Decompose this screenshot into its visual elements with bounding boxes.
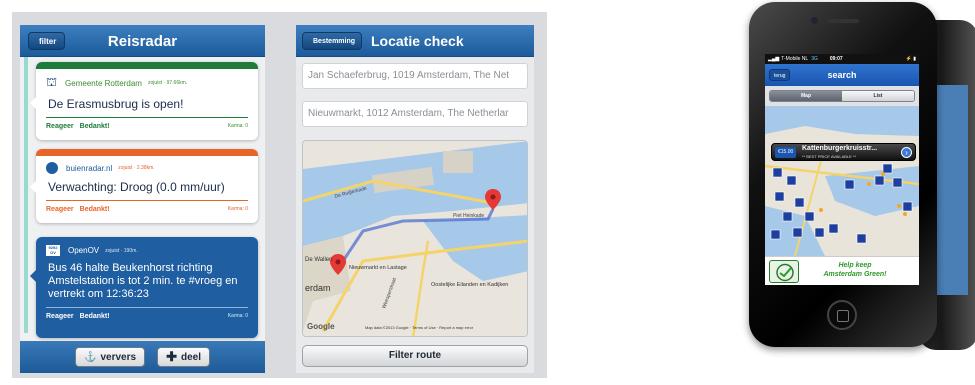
- google-logo: Google: [307, 322, 335, 331]
- search-navbar: terug search: [765, 64, 919, 86]
- refresh-label: ververs: [100, 351, 137, 363]
- source-meta: zojuist · 97.66km.: [147, 80, 188, 86]
- card-color-bar: [36, 149, 258, 156]
- reply-link[interactable]: Reageer: [46, 313, 74, 320]
- source-meta: zojuist · 2.38km.: [118, 165, 155, 171]
- locatie-navbar: Bestemming Locatie check: [296, 25, 534, 57]
- map-label: erdam: [305, 283, 331, 293]
- card-message: Bus 46 halte Beukenhorst richting Amstel…: [48, 262, 238, 300]
- clock: 09:07: [829, 56, 843, 62]
- locatie-check-screen: Bestemming Locatie check Jan Schaeferbru…: [296, 25, 534, 373]
- map-label: Oostelijke Eilanden en Kadijken: [431, 282, 508, 288]
- card-source: ⛫ Gemeente Rotterdam zojuist · 97.66km.: [36, 69, 258, 91]
- callout-title: Kattenburgerkruisstr...: [802, 145, 878, 152]
- status-bar: ▂▄▆ T-Mobile NL 3G 09:07 ⚡ ▮: [765, 54, 919, 64]
- banner-text: Help keep Amsterdam Green!: [805, 261, 905, 279]
- share-label: deel: [180, 351, 201, 363]
- plus-icon: ✚: [166, 349, 177, 364]
- karma-count: Karma: 0: [227, 206, 248, 212]
- refresh-button[interactable]: ⚓ ververs: [75, 347, 146, 367]
- card-source: buienradar.nl zojuist · 2.38km.: [36, 156, 258, 174]
- page-title: Reisradar: [107, 33, 178, 50]
- card-pointer: [30, 270, 36, 282]
- signal-icon: ▂▄▆: [768, 56, 780, 62]
- back-bestemming-button[interactable]: Bestemming: [302, 32, 363, 50]
- banner-line-2: Amsterdam Green!: [823, 271, 887, 278]
- price-badge: €15.00: [775, 147, 797, 158]
- karma-count: Karma: 0: [227, 313, 248, 319]
- page-title: search: [827, 70, 857, 80]
- parking-app-screen: ▂▄▆ T-Mobile NL 3G 09:07 ⚡ ▮ terug searc…: [765, 54, 919, 285]
- card-pointer: [30, 181, 36, 193]
- iphone-device: ▂▄▆ T-Mobile NL 3G 09:07 ⚡ ▮ terug searc…: [749, 2, 937, 347]
- filter-route-button[interactable]: Filter route: [302, 345, 528, 367]
- feed-card-buienradar[interactable]: buienradar.nl zojuist · 2.38km. Verwacht…: [36, 149, 258, 223]
- karma-count: Karma: 0: [227, 123, 248, 129]
- tab-list[interactable]: List: [842, 91, 914, 101]
- page-title: Locatie check: [371, 33, 464, 49]
- feed-card-openov[interactable]: 9292 OV OpenOV zojuist · 190m. Bus 46 hal…: [36, 237, 258, 338]
- origin-address-field[interactable]: Jan Schaeferbrug, 1019 Amsterdam, The Ne…: [302, 63, 528, 89]
- location-pin-icon: ⚓: [84, 351, 97, 363]
- route-map-graphic: De Ruijterkade Piet Heinkade Nieuwmarkt …: [303, 141, 527, 336]
- map-label: Nieuwmarkt en Lastage: [349, 265, 407, 271]
- network-label: 3G: [811, 56, 818, 62]
- speaker-grille: [827, 19, 859, 23]
- thanks-link[interactable]: Bedankt!: [80, 313, 110, 320]
- route-map[interactable]: De Ruijterkade Piet Heinkade Nieuwmarkt …: [302, 140, 528, 337]
- destination-address-field[interactable]: Nieuwmarkt, 1012 Amsterdam, The Netherla…: [302, 101, 528, 127]
- source-name[interactable]: Gemeente Rotterdam: [65, 79, 142, 88]
- callout-subtitle: ** BEST PRICE AVAILABLE **: [802, 154, 857, 159]
- camera-icon: [811, 17, 818, 24]
- thanks-link[interactable]: Bedankt!: [80, 206, 110, 213]
- source-meta: zojuist · 190m.: [105, 247, 138, 254]
- card-message: De Erasmusbrug is open!: [48, 97, 184, 111]
- map-label: Piet Heinkade: [453, 213, 484, 219]
- reisradar-toolbar: ⚓ ververs ✚ deel: [20, 341, 265, 373]
- card-footer: Reageer Bedankt! Karma: 0: [36, 201, 258, 213]
- card-source: 9292 OV OpenOV zojuist · 190m.: [36, 237, 258, 256]
- view-toggle: Map List: [765, 86, 919, 106]
- banner-line-1: Help keep: [838, 262, 872, 269]
- source-name[interactable]: OpenOV: [68, 246, 99, 255]
- reply-link[interactable]: Reageer: [46, 123, 74, 130]
- reply-link[interactable]: Reageer: [46, 206, 74, 213]
- battery-icon: ⚡ ▮: [905, 56, 916, 62]
- card-footer: Reageer Bedankt! Karma: 0: [36, 308, 258, 320]
- tab-map[interactable]: Map: [770, 91, 842, 101]
- bridge-icon: ⛫: [46, 75, 58, 89]
- map-copyright: Map data ©2013 Google · Terms of Use · R…: [365, 325, 474, 330]
- card-footer: Reageer Bedankt! Karma: 0: [36, 118, 258, 130]
- parking-callout[interactable]: €15.00 Kattenburgerkruisstr... ** BEST P…: [771, 143, 916, 161]
- timeline-line: [24, 57, 28, 333]
- disclosure-arrow-icon[interactable]: ›: [901, 147, 912, 158]
- source-name[interactable]: buienradar.nl: [66, 164, 112, 173]
- home-button[interactable]: [827, 300, 857, 330]
- card-message: Verwachting: Droog (0.0 mm/uur): [48, 180, 225, 194]
- map-label: De Wallen: [305, 257, 332, 263]
- share-button[interactable]: ✚ deel: [157, 347, 210, 367]
- buienradar-logo-icon: [46, 162, 58, 174]
- reisradar-navbar: filter Reisradar: [20, 25, 265, 57]
- parking-map-graphic: [765, 106, 919, 256]
- reisradar-screen: filter Reisradar ⛫ Gemeente Rotterdam zo…: [20, 25, 265, 373]
- green-banner[interactable]: Help keep Amsterdam Green!: [765, 256, 919, 285]
- card-color-bar: [36, 62, 258, 69]
- green-logo-icon: [769, 260, 799, 283]
- carrier-label: T-Mobile NL: [781, 56, 809, 62]
- thanks-link[interactable]: Bedankt!: [80, 123, 110, 130]
- openov-logo-icon: 9292 OV: [46, 245, 60, 256]
- feed-card-rotterdam[interactable]: ⛫ Gemeente Rotterdam zojuist · 97.66km. …: [36, 62, 258, 140]
- parking-map[interactable]: €15.00 Kattenburgerkruisstr... ** BEST P…: [765, 106, 919, 256]
- card-pointer: [30, 97, 36, 109]
